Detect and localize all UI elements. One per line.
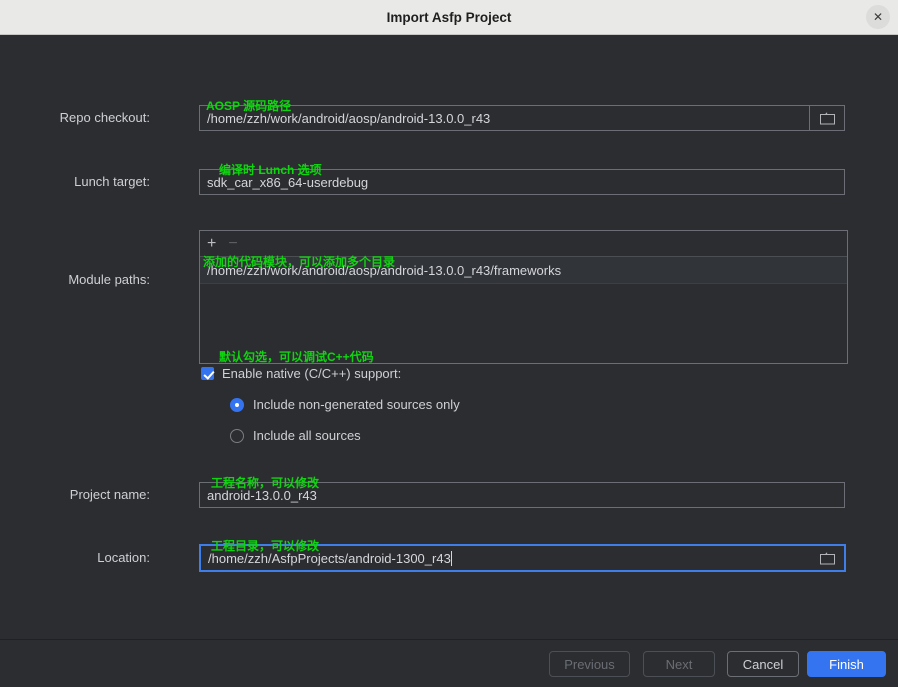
checkbox-checked-icon: [201, 367, 214, 380]
enable-native-label: Enable native (C/C++) support:: [222, 366, 402, 381]
close-icon[interactable]: ✕: [866, 5, 890, 29]
repo-checkout-browse-button[interactable]: [809, 106, 844, 130]
cancel-button[interactable]: Cancel: [727, 651, 799, 677]
radio-include-all-sources[interactable]: Include all sources: [230, 428, 361, 443]
repo-checkout-label: Repo checkout:: [59, 110, 150, 125]
radio-selected-icon: [230, 397, 244, 412]
radio-label-non-generated: Include non-generated sources only: [253, 397, 460, 412]
location-note: 工程目录，可以修改: [211, 539, 320, 553]
location-label: Location:: [97, 550, 150, 565]
enable-native-checkbox[interactable]: Enable native (C/C++) support:: [201, 366, 401, 381]
text-caret: [450, 550, 452, 566]
next-button[interactable]: Next: [643, 651, 715, 677]
location-browse-button[interactable]: [810, 546, 844, 570]
title-bar: Import Asfp Project ✕: [0, 0, 898, 35]
module-paths-label: Module paths:: [68, 272, 150, 287]
project-name-note: 工程名称，可以修改: [211, 476, 320, 490]
folder-icon: [819, 111, 835, 124]
repo-checkout-note: AOSP 源码路径: [206, 99, 292, 113]
project-name-label: Project name:: [69, 487, 150, 502]
previous-button[interactable]: Previous: [549, 651, 630, 677]
module-paths-list: + − /home/zzh/work/android/aosp/android-…: [199, 230, 848, 364]
folder-icon: [819, 551, 835, 564]
radio-include-non-generated[interactable]: Include non-generated sources only: [230, 397, 460, 412]
plus-icon[interactable]: +: [207, 235, 216, 252]
dialog-footer: Previous Next Cancel Finish: [0, 639, 898, 687]
module-paths-note: 添加的代码模块，可以添加多个目录: [203, 255, 396, 269]
dialog-body: Repo checkout: AOSP 源码路径 /home/zzh/work/…: [0, 35, 898, 639]
finish-button[interactable]: Finish: [807, 651, 886, 677]
radio-label-all-sources: Include all sources: [253, 428, 361, 443]
lunch-target-note: 编译时 Lunch 选项: [219, 163, 322, 177]
lunch-target-label: Lunch target:: [74, 174, 150, 189]
native-support-note: 默认勾选，可以调试C++代码: [219, 350, 374, 364]
window-title: Import Asfp Project: [386, 10, 512, 25]
radio-unselected-icon: [230, 428, 244, 443]
minus-icon: −: [228, 234, 238, 252]
repo-checkout-input[interactable]: /home/zzh/work/android/aosp/android-13.0…: [199, 105, 845, 131]
